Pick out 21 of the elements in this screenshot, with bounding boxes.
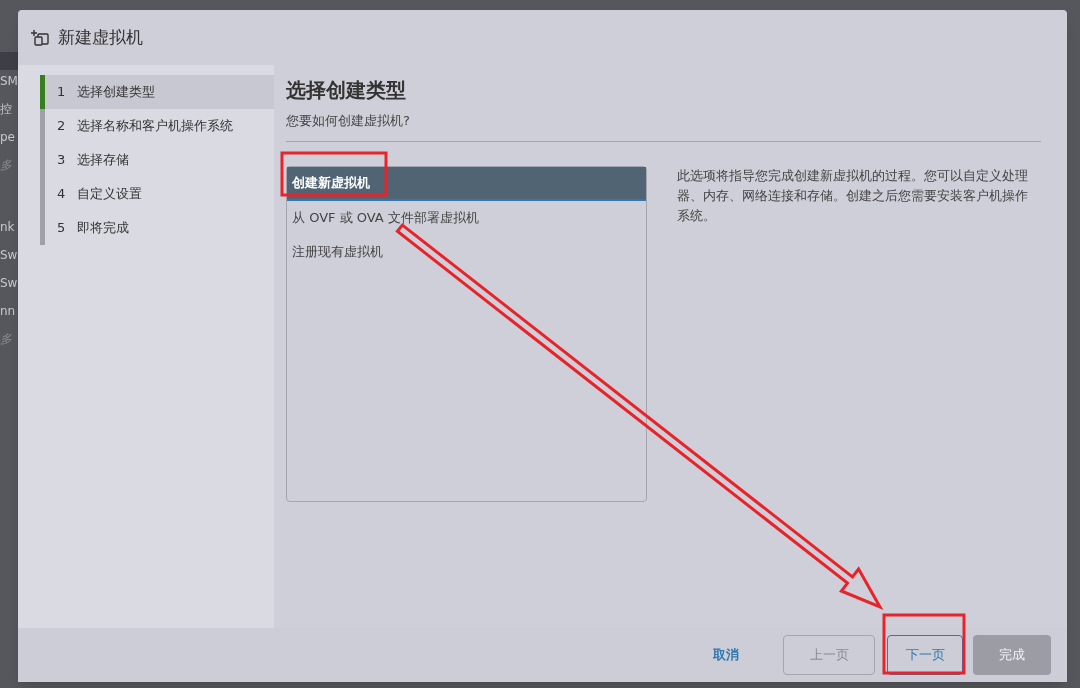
new-vm-icon [30,27,50,48]
wizard-step[interactable]: 5 即将完成 [45,211,274,245]
option-item[interactable]: 注册现有虚拟机 [287,234,646,269]
wizard-step[interactable]: 1 选择创建类型 [40,75,274,109]
wizard-step[interactable]: 2 选择名称和客户机操作系统 [45,109,274,143]
option-description: 此选项将指导您完成创建新虚拟机的过程。您可以自定义处理器、内存、网络连接和存储。创建之后您需要安装客户机操作系统。 [677,166,1029,225]
background-sidebar-text: nk [0,219,15,236]
dialog-title: 新建虚拟机 [58,25,143,49]
wizard-step[interactable]: 3 选择存储 [45,143,274,177]
background-header-bar [0,52,18,70]
option-item[interactable]: 从 OVF 或 OVA 文件部署虚拟机 [287,200,646,235]
background-sidebar-text: SM [0,73,18,90]
option-item[interactable]: 创建新虚拟机 [287,166,646,201]
page-heading: 选择创建类型 [286,77,407,104]
background-sidebar-text: Sw [0,247,18,264]
page-subheading: 您要如何创建虚拟机? [286,112,411,130]
background-sidebar-text: 控 [0,101,12,118]
background-sidebar-text: nn [0,303,16,320]
background-sidebar-text: Sw [0,275,18,292]
background-sidebar-text: pe [0,129,15,146]
wizard-step[interactable]: 4 自定义设置 [45,177,274,211]
